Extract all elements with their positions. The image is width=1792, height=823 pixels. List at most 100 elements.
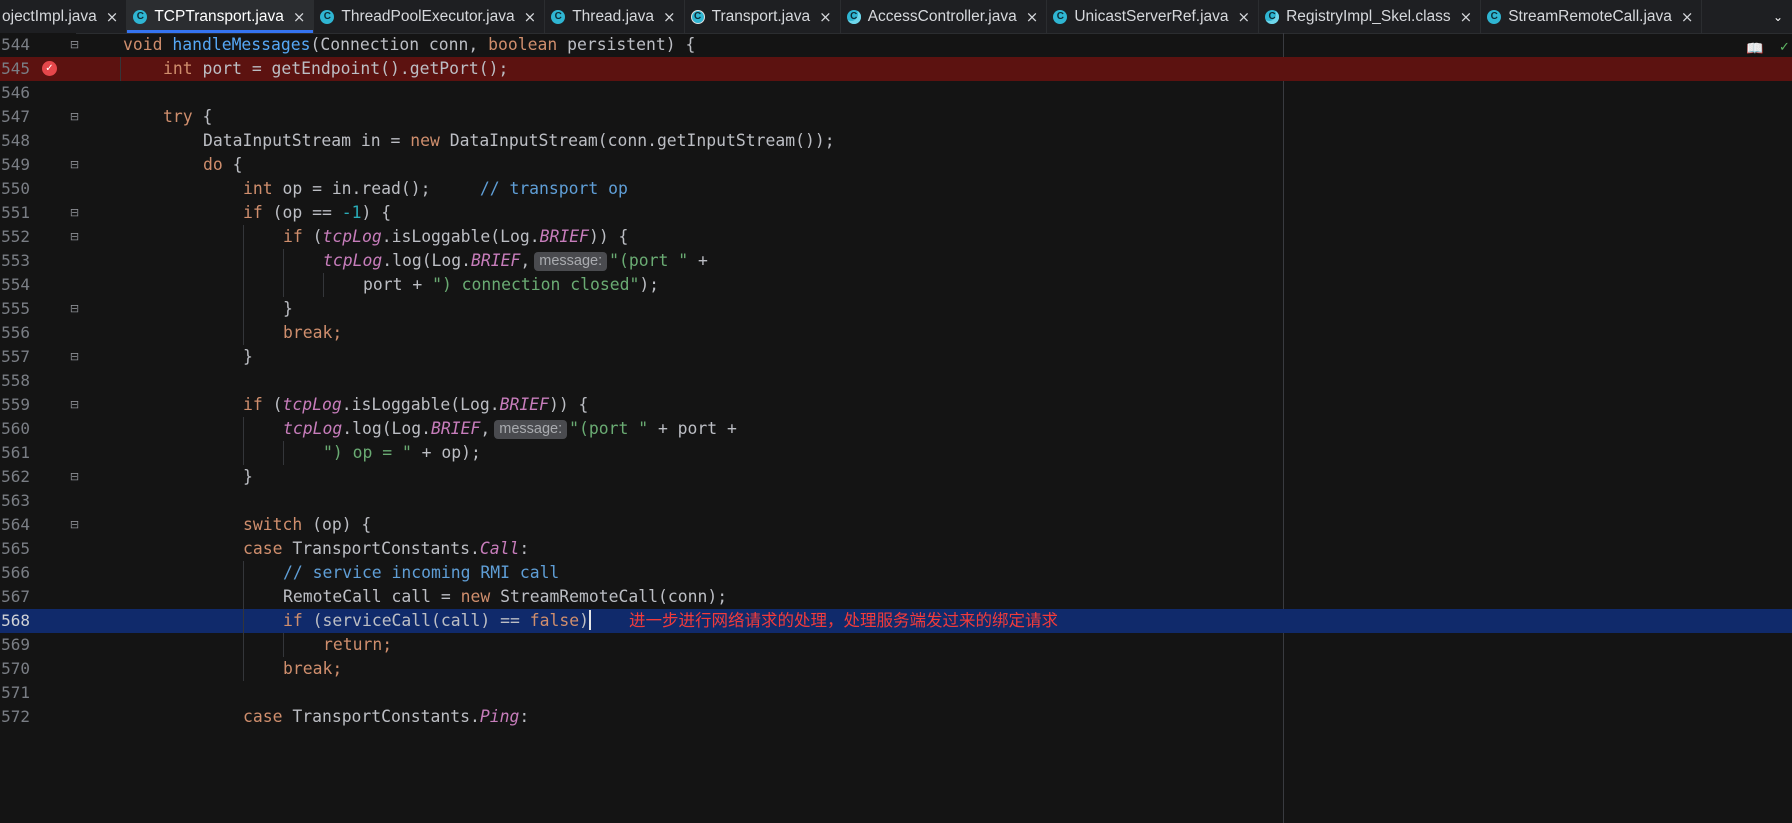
code-line[interactable]: 563: [0, 489, 1792, 513]
code-text: try {: [163, 105, 212, 129]
token: tcpLog: [323, 251, 383, 270]
code-text: do {: [203, 153, 243, 177]
tab-transport[interactable]: C Transport.java ×: [685, 0, 841, 33]
token: .isLoggable(Log.: [341, 395, 500, 414]
close-icon[interactable]: ×: [106, 8, 119, 26]
code-editor[interactable]: 544 ⊟ void handleMessages(Connection con…: [0, 33, 1792, 823]
fold-collapse-icon[interactable]: ⊟: [69, 39, 80, 51]
java-class-icon: C: [1053, 9, 1068, 24]
tab-threadpoolexecutor[interactable]: C ThreadPoolExecutor.java ×: [314, 0, 546, 33]
code-line[interactable]: 547 ⊟ try {: [0, 105, 1792, 129]
tab-label: UnicastServerRef.java: [1074, 7, 1229, 25]
token: tcpLog: [322, 227, 382, 246]
code-line[interactable]: 572 case TransportConstants.Ping:: [0, 705, 1792, 729]
fold-collapse-icon[interactable]: ⊟: [69, 111, 80, 123]
code-line[interactable]: 549 ⊟ do {: [0, 153, 1792, 177]
code-line-breakpoint[interactable]: 545 ✓ int port = getEndpoint().getPort()…: [0, 57, 1792, 81]
code-line[interactable]: 548 DataInputStream in = new DataInputSt…: [0, 129, 1792, 153]
java-class-icon: C: [551, 9, 566, 24]
code-line[interactable]: 559 ⊟ if (tcpLog.isLoggable(Log.BRIEF)) …: [0, 393, 1792, 417]
code-line[interactable]: 562 ⊟ }: [0, 465, 1792, 489]
fold-collapse-icon[interactable]: ⊟: [69, 207, 80, 219]
code-line[interactable]: 561 ") op = " + op);: [0, 441, 1792, 465]
token: )) {: [588, 227, 629, 246]
tab-list: ojectImpl.java × C TCPTransport.java × C…: [0, 0, 1703, 33]
fold-collapse-icon[interactable]: ⊟: [69, 231, 80, 243]
line-number: 568: [1, 611, 30, 630]
close-icon[interactable]: ×: [819, 8, 832, 26]
tab-streamremotecall[interactable]: C StreamRemoteCall.java ×: [1481, 0, 1703, 33]
code-line[interactable]: 558: [0, 369, 1792, 393]
tab-label: Transport.java: [711, 7, 811, 25]
fold-end-icon[interactable]: ⊟: [69, 303, 80, 315]
code-text: if (tcpLog.isLoggable(Log.BRIEF)) {: [243, 393, 588, 417]
tab-overflow-chevron-icon[interactable]: ⌄: [1764, 0, 1792, 33]
close-icon[interactable]: ×: [1460, 8, 1473, 26]
code-line[interactable]: 554 port + ") connection closed");: [0, 273, 1792, 297]
close-icon[interactable]: ×: [293, 8, 306, 26]
token: (op) {: [302, 515, 372, 534]
tab-thread[interactable]: C Thread.java ×: [545, 0, 685, 33]
java-final-class-icon: C: [1265, 9, 1280, 24]
code-line[interactable]: 571: [0, 681, 1792, 705]
token: "(port ": [609, 251, 689, 270]
code-line[interactable]: 570 break;: [0, 657, 1792, 681]
line-number: 567: [1, 587, 30, 606]
code-line[interactable]: 564 ⊟ switch (op) {: [0, 513, 1792, 537]
reader-mode-icon[interactable]: 📖: [1746, 42, 1764, 56]
fold-collapse-icon[interactable]: ⊟: [69, 519, 80, 531]
line-number: 544: [1, 35, 30, 54]
token: + port +: [648, 419, 737, 438]
token: RemoteCall call =: [283, 587, 461, 606]
close-icon[interactable]: ×: [1238, 8, 1251, 26]
code-line[interactable]: 551 ⊟ if (op == -1) {: [0, 201, 1792, 225]
tab-registryimpl-skel[interactable]: C RegistryImpl_Skel.class ×: [1259, 0, 1482, 33]
annotation-text: 进一步进行网络请求的处理，处理服务端发过来的绑定请求: [628, 611, 1058, 630]
code-line[interactable]: 566 // service incoming RMI call: [0, 561, 1792, 585]
inspection-ok-icon[interactable]: ✓: [1779, 41, 1792, 55]
token: + op);: [411, 443, 481, 462]
code-line[interactable]: 552 ⊟ if (tcpLog.isLoggable(Log.BRIEF)) …: [0, 225, 1792, 249]
code-text: break;: [283, 323, 343, 342]
code-line[interactable]: 569 return;: [0, 633, 1792, 657]
text-caret: [588, 610, 591, 630]
token: (serviceCall(call) ==: [302, 611, 530, 630]
code-text: tcpLog.log(Log.BRIEF, message: "(port " + …: [283, 417, 737, 441]
code-text: }: [243, 345, 253, 369]
code-text: void handleMessages(Connection conn, boo…: [123, 33, 695, 57]
close-icon[interactable]: ×: [1681, 8, 1694, 26]
close-icon[interactable]: ×: [663, 8, 676, 26]
code-line[interactable]: 556 break;: [0, 321, 1792, 345]
fold-collapse-icon[interactable]: ⊟: [69, 159, 80, 171]
code-line-current[interactable]: 568 if (serviceCall(call) == false) 进一步进行…: [0, 609, 1792, 633]
tab-label: StreamRemoteCall.java: [1508, 7, 1672, 25]
token: handleMessages: [172, 35, 311, 54]
code-line[interactable]: 555 ⊟ }: [0, 297, 1792, 321]
tab-tcptransport[interactable]: C TCPTransport.java ×: [127, 0, 315, 33]
code-line[interactable]: 560 tcpLog.log(Log.BRIEF, message: "(port …: [0, 417, 1792, 441]
fold-end-icon[interactable]: ⊟: [69, 471, 80, 483]
code-line[interactable]: 557 ⊟ }: [0, 345, 1792, 369]
token: BRIEF: [431, 419, 481, 438]
code-line[interactable]: 565 case TransportConstants.Call:: [0, 537, 1792, 561]
line-number: 561: [1, 443, 30, 462]
tab-objectimpl[interactable]: ojectImpl.java ×: [0, 0, 128, 33]
line-number: 571: [1, 683, 30, 702]
code-line[interactable]: 567 RemoteCall call = new StreamRemoteCa…: [0, 585, 1792, 609]
close-icon[interactable]: ×: [524, 8, 537, 26]
code-line[interactable]: 544 ⊟ void handleMessages(Connection con…: [0, 33, 1792, 57]
line-number: 570: [1, 659, 30, 678]
token: TransportConstants.: [282, 707, 480, 726]
code-text: RemoteCall call = new StreamRemoteCall(c…: [283, 585, 727, 609]
tab-accesscontroller[interactable]: C AccessController.java ×: [841, 0, 1048, 33]
code-line[interactable]: 553 tcpLog.log(Log.BRIEF, message: "(port …: [0, 249, 1792, 273]
token: ") connection closed": [432, 275, 640, 294]
fold-collapse-icon[interactable]: ⊟: [69, 399, 80, 411]
tab-unicastserverref[interactable]: C UnicastServerRef.java ×: [1047, 0, 1260, 33]
code-line[interactable]: 546: [0, 81, 1792, 105]
breakpoint-icon[interactable]: ✓: [42, 61, 57, 76]
code-line[interactable]: 550 int op = in.read(); // transport op: [0, 177, 1792, 201]
fold-end-icon[interactable]: ⊟: [69, 351, 80, 363]
close-icon[interactable]: ×: [1026, 8, 1039, 26]
line-number: 549: [1, 155, 30, 174]
